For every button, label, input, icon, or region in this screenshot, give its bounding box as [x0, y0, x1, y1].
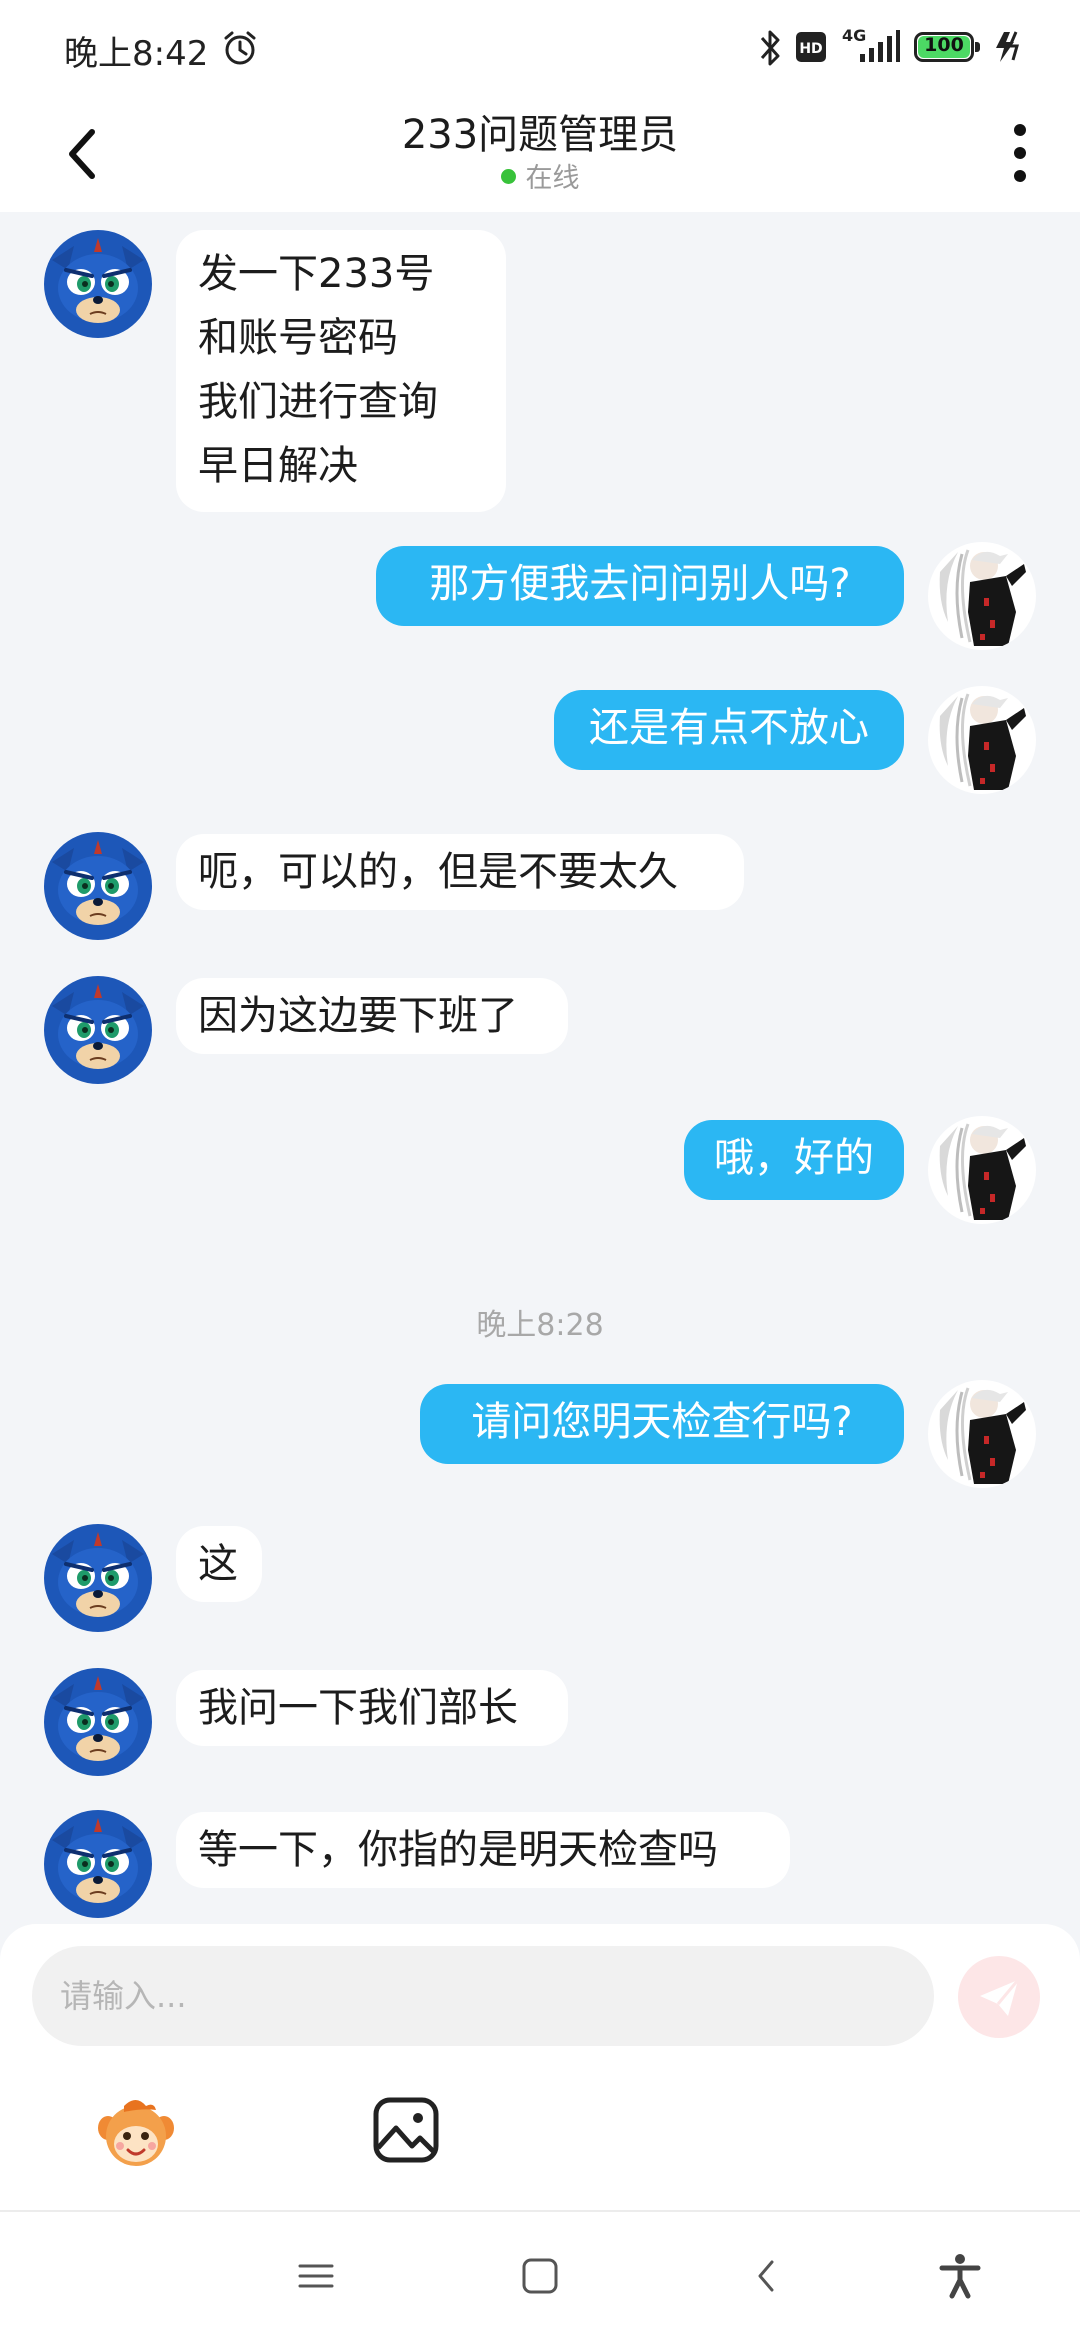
incoming-message[interactable]: 发一下233号 和账号密码 我们进行查询 早日解决: [176, 230, 506, 512]
status-bar: 晚上8:42 HD 4G 100: [0, 0, 1080, 96]
contact-avatar[interactable]: [44, 1668, 152, 1776]
incoming-message[interactable]: 我问一下我们部长: [176, 1670, 568, 1746]
bluetooth-icon: [760, 30, 780, 66]
outgoing-message[interactable]: 那方便我去问问别人吗?: [376, 546, 904, 626]
image-icon[interactable]: [372, 2096, 440, 2164]
hedgehog-avatar-icon: [44, 1524, 152, 1632]
status-time: 晚上8:42: [64, 34, 209, 74]
battery-level: 100: [924, 34, 964, 56]
hedgehog-avatar-icon: [44, 1810, 152, 1918]
incoming-message[interactable]: 因为这边要下班了: [176, 978, 568, 1054]
timestamp: 晚上8:28: [476, 1308, 604, 1343]
online-status-label: 在线: [525, 163, 580, 194]
hedgehog-avatar-icon: [44, 230, 152, 338]
contact-avatar[interactable]: [44, 230, 152, 338]
online-dot-icon: [500, 169, 516, 184]
anime-character-avatar-icon: [928, 1116, 1036, 1224]
menu-icon[interactable]: [290, 2250, 342, 2302]
anime-character-avatar-icon: [928, 542, 1036, 650]
message-list[interactable]: 发一下233号 和账号密码 我们进行查询 早日解决 那方便我去问问别人吗? 还是…: [0, 212, 1080, 1924]
incoming-message[interactable]: 这: [176, 1526, 262, 1602]
charging-icon: [996, 31, 1019, 62]
contact-avatar[interactable]: [44, 976, 152, 1084]
svg-text:HD: HD: [799, 41, 822, 57]
my-avatar[interactable]: [928, 542, 1036, 650]
chat-title: 233问题管理员: [401, 112, 679, 158]
my-avatar[interactable]: [928, 1116, 1036, 1224]
outgoing-message[interactable]: 还是有点不放心: [554, 690, 904, 770]
my-avatar[interactable]: [928, 1380, 1036, 1488]
contact-avatar[interactable]: [44, 832, 152, 940]
emoji-icon[interactable]: [94, 2092, 178, 2176]
hedgehog-avatar-icon: [44, 832, 152, 940]
outgoing-message[interactable]: 哦，好的: [684, 1120, 904, 1200]
incoming-message[interactable]: 呃，可以的，但是不要太久: [176, 834, 744, 910]
signal-icon: [860, 30, 900, 62]
accessibility-icon[interactable]: [934, 2250, 986, 2302]
send-button[interactable]: [958, 1956, 1040, 2038]
hd-icon: HD: [796, 32, 826, 62]
hedgehog-avatar-icon: [44, 976, 152, 1084]
input-panel: [0, 1924, 1080, 2210]
back-icon[interactable]: [742, 2250, 794, 2302]
anime-character-avatar-icon: [928, 686, 1036, 794]
message-input[interactable]: [32, 1946, 934, 2046]
home-icon[interactable]: [514, 2250, 566, 2302]
hedgehog-avatar-icon: [44, 1668, 152, 1776]
online-status: 在线: [0, 156, 1080, 195]
system-nav-bar: [0, 2210, 1080, 2340]
contact-avatar[interactable]: [44, 1810, 152, 1918]
outgoing-message[interactable]: 请问您明天检查行吗?: [420, 1384, 904, 1464]
anime-character-avatar-icon: [928, 1380, 1036, 1488]
contact-avatar[interactable]: [44, 1524, 152, 1632]
alarm-icon: [224, 31, 256, 65]
chat-header: 233问题管理员 在线: [0, 96, 1080, 212]
battery-icon: 100: [914, 32, 980, 62]
more-options-button[interactable]: [1000, 116, 1040, 190]
incoming-message[interactable]: 等一下，你指的是明天检查吗: [176, 1812, 790, 1888]
send-icon: [980, 1979, 1020, 2016]
my-avatar[interactable]: [928, 686, 1036, 794]
